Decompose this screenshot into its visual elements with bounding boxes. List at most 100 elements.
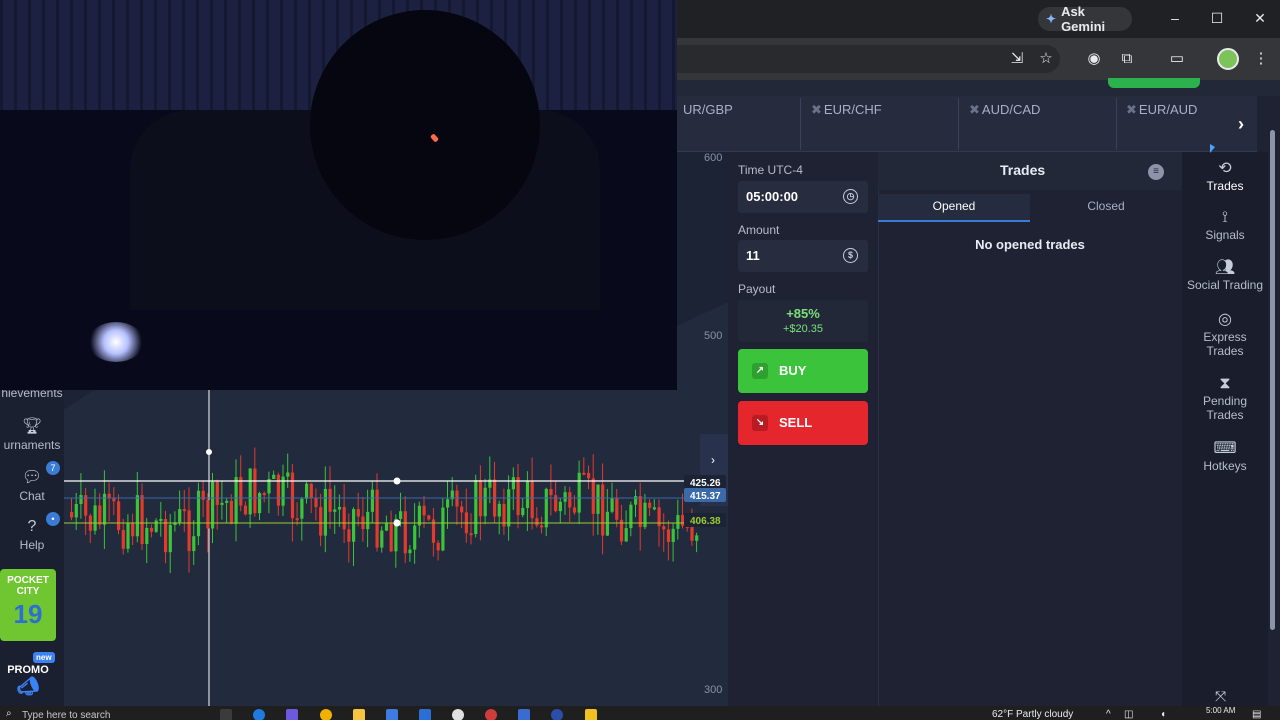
profile-avatar[interactable] <box>1217 48 1239 70</box>
asset-tab-euraud[interactable]: ✖ EUR/AUD <box>1120 98 1230 150</box>
payout-label: Payout <box>738 282 776 296</box>
page-scrollbar[interactable] <box>1268 130 1276 640</box>
mail-icon[interactable] <box>419 709 431 720</box>
pocket-city-label: POCKET CITY <box>7 575 49 597</box>
sidebar-item-social-trading[interactable]: 👥︎ Social Trading <box>1182 260 1268 293</box>
promo-button[interactable]: new PROMO 📣︎ <box>0 650 56 706</box>
candle-body <box>615 498 619 520</box>
lower-price-tag: 406.38 <box>690 516 721 527</box>
candle-body <box>262 493 266 496</box>
taskbar-search[interactable]: Type here to search <box>22 710 110 720</box>
time-label: Time UTC-4 <box>738 163 803 177</box>
list-menu-icon[interactable]: ≡ <box>1148 164 1164 180</box>
keyboard-icon: ⌨ <box>1213 440 1237 457</box>
kebab-menu-icon[interactable]: ⋮ <box>1250 48 1272 70</box>
candle-body <box>596 484 600 514</box>
taskbar-clock[interactable]: 5:00 AM <box>1206 706 1235 715</box>
asset-tab-label: EUR/CHF <box>823 102 882 117</box>
candle-body <box>300 498 304 519</box>
app-icon[interactable] <box>551 709 563 720</box>
sticky-notes-icon[interactable] <box>585 709 597 720</box>
deposit-button[interactable] <box>1108 78 1200 88</box>
megaphone-icon: 📣︎ <box>16 676 40 696</box>
star-icon[interactable]: ☆ <box>1035 48 1057 70</box>
amount-value: 11 <box>746 248 760 263</box>
app-icon[interactable] <box>452 709 464 720</box>
file-explorer-icon[interactable] <box>353 709 365 720</box>
search-icon[interactable]: ⌕ <box>6 708 12 719</box>
network-icon[interactable]: ◫ <box>1124 709 1133 720</box>
sidebar-item-hotkeys[interactable]: ⌨ Hotkeys <box>1182 440 1268 474</box>
pocket-city-banner[interactable]: POCKET CITY 19 <box>0 569 56 641</box>
ask-gemini-button[interactable]: ✦ Ask Gemini <box>1038 4 1132 34</box>
weather-widget[interactable]: 62°F Partly cloudy <box>992 709 1073 720</box>
minimize-button[interactable]: – <box>1163 8 1187 28</box>
notification-icon[interactable]: ▤ <box>1252 709 1261 720</box>
amount-field[interactable]: 11 $ <box>738 240 868 272</box>
sidebar-item-pending-trades[interactable]: ⧗ Pending Trades <box>1182 376 1268 423</box>
install-icon[interactable]: ⇲ <box>1006 48 1028 70</box>
time-value: 05:00:00 <box>746 189 799 204</box>
tab-closed[interactable]: Closed <box>1030 194 1182 222</box>
sell-button[interactable]: ↘ SELL <box>738 401 868 445</box>
candle-body <box>192 536 196 552</box>
candle-body <box>305 483 309 499</box>
obs-icon[interactable] <box>485 709 497 720</box>
y-tick-500: 500 <box>704 330 723 342</box>
store-icon[interactable] <box>386 709 398 720</box>
notification-bell-icon[interactable]: • <box>46 512 60 526</box>
sidebar-item-label: Pending Trades <box>1202 394 1248 422</box>
candle-body <box>384 523 389 531</box>
volume-icon[interactable]: ◖ <box>1160 709 1166 720</box>
candle-body <box>469 533 473 536</box>
candle-body <box>79 495 83 505</box>
asset-tab-audcad[interactable]: ✖ AUD/CAD <box>963 98 1117 150</box>
candle-body <box>333 509 337 512</box>
tray-chevron-icon[interactable]: ^ <box>1106 709 1111 720</box>
candle-body <box>140 495 144 545</box>
candle-body <box>248 468 252 515</box>
close-tab-icon[interactable]: ✖ <box>1126 102 1137 117</box>
app-icon[interactable] <box>518 709 530 720</box>
next-assets-icon[interactable]: › <box>1238 114 1244 135</box>
empty-trades-message: No opened trades <box>975 237 1085 252</box>
extension-circle-icon[interactable]: ◉ <box>1083 48 1105 70</box>
close-window-button[interactable]: ✕ <box>1248 8 1272 28</box>
candle-body <box>159 518 163 521</box>
scrollbar-thumb[interactable] <box>1270 130 1275 630</box>
gemini-star-icon: ✦ <box>1046 12 1057 26</box>
copilot-icon[interactable] <box>286 709 298 720</box>
asset-tab-label: AUD/CAD <box>981 102 1041 117</box>
history-icon: ⟲ <box>1218 160 1232 177</box>
close-tab-icon[interactable]: ✖ <box>811 102 822 117</box>
payout-amount: +$20.35 <box>782 323 824 335</box>
clock-icon[interactable]: ◷ <box>843 189 858 204</box>
time-field[interactable]: 05:00:00 ◷ <box>738 181 868 213</box>
candle-body <box>182 509 186 512</box>
task-view-icon[interactable] <box>220 709 232 720</box>
sidebar-item-signals[interactable]: ⟟ Signals <box>1182 210 1268 243</box>
chrome-icon[interactable] <box>320 709 332 720</box>
candle-body <box>168 524 172 553</box>
candle-body <box>74 504 78 518</box>
dollar-icon[interactable]: $ <box>843 248 858 263</box>
sidebar-item-express-trades[interactable]: ◎ Express Trades <box>1182 312 1268 359</box>
chat-badge: 7 <box>46 461 60 475</box>
buy-button[interactable]: ↗ BUY <box>738 349 868 393</box>
close-tab-icon[interactable]: ✖ <box>969 102 980 117</box>
sidebar-item-trades[interactable]: ⟲ Trades <box>1182 160 1268 194</box>
cast-icon[interactable]: ▭ <box>1166 48 1188 70</box>
edge-icon[interactable] <box>253 709 265 720</box>
tab-opened[interactable]: Opened <box>878 194 1030 222</box>
sidebar-item-tournaments[interactable]: 🏆︎ urnaments <box>0 416 64 452</box>
candle-body <box>422 505 426 516</box>
payout-box: +85% +$20.35 <box>738 300 868 342</box>
asset-tab-urgbp[interactable]: UR/GBP <box>677 98 801 150</box>
candle-body <box>117 501 121 531</box>
asset-tab-eurchf[interactable]: ✖ EUR/CHF <box>805 98 959 150</box>
fullscreen-icon[interactable]: ⤧ <box>1215 688 1226 705</box>
candle-body <box>591 478 595 514</box>
puzzle-icon[interactable]: ⧉ <box>1116 48 1138 70</box>
candle-body <box>671 528 675 542</box>
maximize-button[interactable]: ☐ <box>1205 8 1229 28</box>
